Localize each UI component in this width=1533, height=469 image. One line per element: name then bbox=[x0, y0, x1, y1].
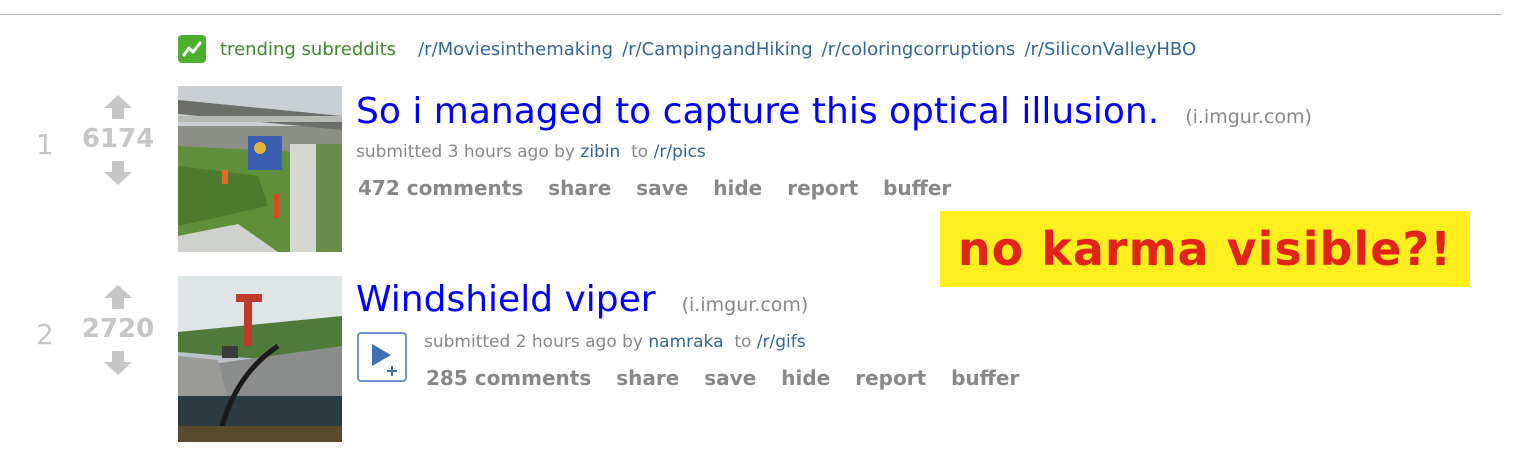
post-buttons: 285 comments share save hide report buff… bbox=[426, 366, 1037, 390]
share-button[interactable]: share bbox=[548, 176, 611, 200]
post-score: 6174 bbox=[81, 124, 155, 154]
post-tagline: submitted 3 hours ago by zibin to /r/pic… bbox=[356, 142, 706, 162]
play-plus-icon[interactable] bbox=[357, 332, 407, 382]
karma-annotation-callout: no karma visible?! bbox=[940, 211, 1470, 287]
upvote-arrow-icon[interactable] bbox=[103, 284, 133, 310]
trending-link-coloringcorruptions[interactable]: /r/coloringcorruptions bbox=[822, 39, 1016, 60]
trending-subreddits-bar: trending subreddits /r/Moviesinthemaking… bbox=[178, 34, 1508, 64]
post-title-link[interactable]: So i managed to capture this optical ill… bbox=[356, 90, 1159, 134]
post-domain[interactable]: (i.imgur.com) bbox=[1185, 106, 1312, 128]
post-rank: 1 bbox=[36, 128, 54, 161]
report-button[interactable]: report bbox=[855, 366, 926, 390]
annotation-text: no karma visible?! bbox=[957, 222, 1453, 276]
trending-link-siliconvalleyhbo[interactable]: /r/SiliconValleyHBO bbox=[1024, 39, 1196, 60]
post-subreddit-link[interactable]: /r/gifs bbox=[757, 332, 806, 352]
buffer-button[interactable]: buffer bbox=[883, 176, 951, 200]
downvote-arrow-icon[interactable] bbox=[103, 160, 133, 186]
downvote-arrow-icon[interactable] bbox=[103, 350, 133, 376]
post-title-link[interactable]: Windshield viper bbox=[356, 278, 656, 322]
post-row: 2 2720 Windshield viper (i.imgur.com) su… bbox=[0, 276, 1533, 446]
post-author-link[interactable]: namraka bbox=[648, 332, 723, 352]
tagline-prefix: submitted 3 hours ago by bbox=[356, 142, 575, 162]
post-tagline: submitted 2 hours ago by namraka to /r/g… bbox=[424, 332, 806, 352]
comments-button[interactable]: 285 comments bbox=[426, 366, 591, 390]
save-button[interactable]: save bbox=[704, 366, 756, 390]
post-thumbnail[interactable] bbox=[178, 86, 342, 252]
save-button[interactable]: save bbox=[636, 176, 688, 200]
share-button[interactable]: share bbox=[616, 366, 679, 390]
trending-link-campingandhiking[interactable]: /r/CampingandHiking bbox=[622, 39, 813, 60]
tagline-to: to bbox=[631, 142, 649, 162]
trending-link-moviesinthemaking[interactable]: /r/Moviesinthemaking bbox=[418, 39, 613, 60]
report-button[interactable]: report bbox=[787, 176, 858, 200]
comments-button[interactable]: 472 comments bbox=[358, 176, 523, 200]
vote-column: 2720 bbox=[72, 284, 164, 376]
buffer-button[interactable]: buffer bbox=[951, 366, 1019, 390]
tagline-prefix: submitted 2 hours ago by bbox=[424, 332, 643, 352]
trending-label: trending subreddits bbox=[220, 38, 397, 60]
hide-button[interactable]: hide bbox=[781, 366, 830, 390]
post-domain[interactable]: (i.imgur.com) bbox=[682, 294, 809, 316]
trending-chart-icon bbox=[178, 35, 206, 63]
post-score: 2720 bbox=[81, 314, 155, 344]
post-author-link[interactable]: zibin bbox=[580, 142, 620, 162]
post-title-line: Windshield viper (i.imgur.com) bbox=[356, 278, 808, 322]
tagline-to: to bbox=[734, 332, 752, 352]
post-thumbnail[interactable] bbox=[178, 276, 342, 442]
post-subreddit-link[interactable]: /r/pics bbox=[654, 142, 706, 162]
top-divider bbox=[0, 14, 1502, 15]
upvote-arrow-icon[interactable] bbox=[103, 94, 133, 120]
vote-column: 6174 bbox=[72, 94, 164, 186]
hide-button[interactable]: hide bbox=[713, 176, 762, 200]
post-title-line: So i managed to capture this optical ill… bbox=[356, 90, 1312, 134]
post-buttons: 472 comments share save hide report buff… bbox=[358, 176, 969, 200]
post-rank: 2 bbox=[36, 318, 54, 351]
